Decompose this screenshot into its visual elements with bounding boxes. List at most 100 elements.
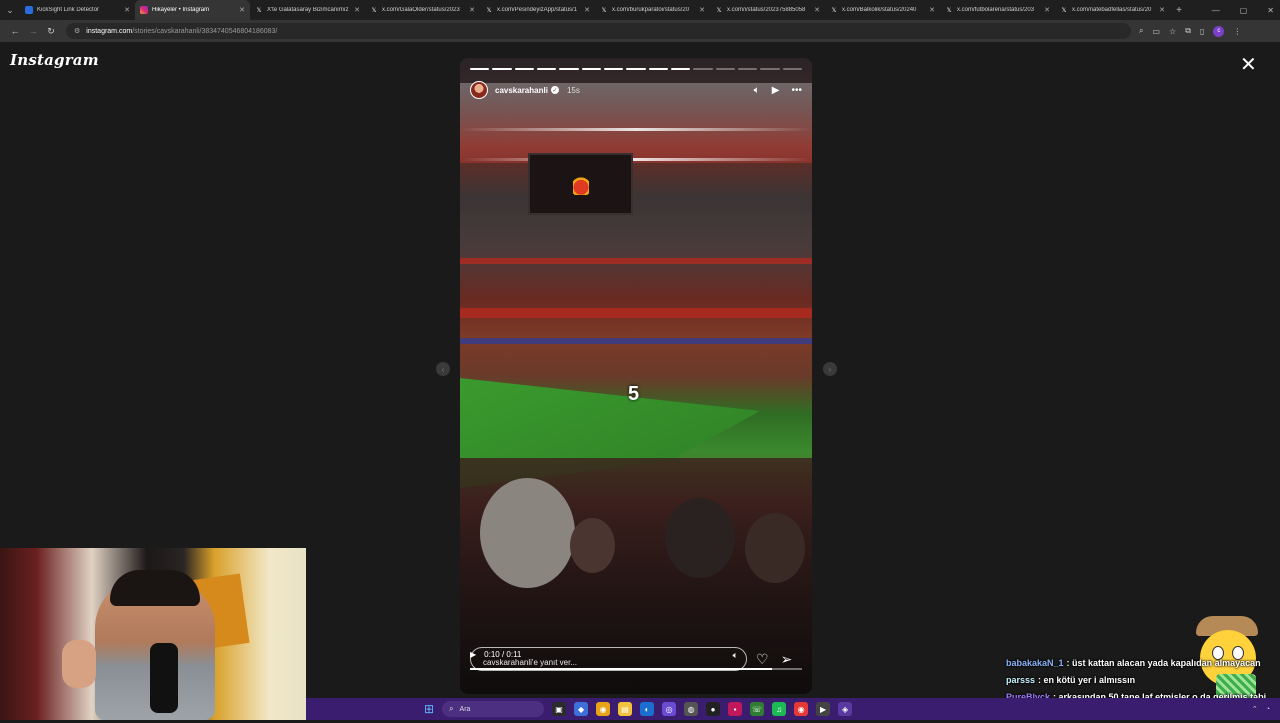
profile-avatar[interactable]: c — [1213, 25, 1225, 37]
story-viewer[interactable]: 5 cavskarahanli ✓ 15s 🔈︎ ▶ ••• 🔈︎ ▶ 0:10… — [460, 58, 812, 694]
galatasaray-crest-icon — [572, 173, 589, 195]
close-story-icon[interactable]: ✕ — [1240, 55, 1257, 75]
tab-close-icon[interactable]: ✕ — [584, 6, 590, 14]
video-progress-fill — [470, 668, 773, 670]
tab-close-icon[interactable]: ✕ — [239, 6, 245, 14]
more-options-icon[interactable]: ••• — [791, 85, 802, 96]
instagram-icon — [140, 6, 148, 14]
chat-username[interactable]: babakakaN_1 — [1006, 658, 1064, 668]
network-icon[interactable]: ◔ — [1266, 706, 1270, 713]
taskbar-search-label: Ara — [459, 705, 471, 713]
obs-icon[interactable]: ● — [706, 702, 721, 716]
address-bar[interactable]: ⚙ instagram.com /stories/cavskarahanli/3… — [66, 23, 1131, 39]
maximize-icon[interactable]: ▢ — [1240, 6, 1248, 15]
story-progress-segment — [470, 68, 490, 70]
whatsapp-icon[interactable]: ☏ — [750, 702, 765, 716]
toolbar-icons: ⌕ ▭ ☆ ⧉ ▯ c ⋮ — [1139, 25, 1241, 37]
browser-tab[interactable]: 𝕏x.com/i/status/202375885058 ✕ — [710, 0, 825, 20]
video-progress-bar[interactable] — [470, 668, 802, 670]
chrome-icon[interactable]: ◉ — [596, 702, 611, 716]
share-send-icon[interactable]: ➢ — [781, 651, 793, 668]
story-progress-segment — [603, 68, 624, 70]
steam-icon[interactable]: ◍ — [684, 702, 699, 716]
browser-tab[interactable]: 𝕏x.com/futbolarena/status/203 ✕ — [940, 0, 1055, 20]
stadium-lights — [460, 128, 812, 131]
forward-icon[interactable]: → — [24, 26, 42, 36]
tab-close-icon[interactable]: ✕ — [699, 6, 705, 14]
video-play-icon[interactable]: ▶ — [470, 650, 476, 659]
close-window-icon[interactable]: ✕ — [1267, 6, 1274, 15]
browser-tab[interactable]: 𝕏x.com/GalaOlder/status/2023 ✕ — [365, 0, 480, 20]
reload-icon[interactable]: ↻ — [42, 26, 60, 37]
verified-badge-icon: ✓ — [550, 86, 559, 94]
discord-icon[interactable]: ◎ — [662, 702, 677, 716]
tab-close-icon[interactable]: ✕ — [1159, 6, 1165, 14]
story-progress-segment — [715, 68, 735, 70]
extensions-icon[interactable]: ⧉ — [1185, 26, 1191, 36]
browser-tab[interactable]: 𝕏x.com/Balkolik/status/20240 ✕ — [825, 0, 940, 20]
browser-tab[interactable]: 𝕏x.com/burukparatoi/status/20 ✕ — [595, 0, 710, 20]
like-heart-icon[interactable]: ♡ — [756, 651, 769, 668]
back-icon[interactable]: ← — [6, 26, 24, 36]
story-progress-bars — [470, 68, 802, 70]
story-progress-segment — [760, 68, 780, 70]
file-explorer-icon[interactable]: ▤ — [618, 702, 633, 716]
previous-story-arrow-icon[interactable]: ‹ — [436, 362, 450, 376]
spotify-icon[interactable]: ♫ — [772, 702, 787, 716]
tab-label: KickSight Link Detector — [37, 7, 100, 13]
site-info-icon[interactable]: ⚙ — [74, 27, 80, 35]
instagram-logo[interactable]: Instagram — [10, 51, 99, 69]
copilot-icon[interactable]: ◆ — [574, 702, 589, 716]
x-icon: 𝕏 — [946, 7, 952, 14]
chrome-alt-icon[interactable]: ◉ — [794, 702, 809, 716]
app-icon[interactable]: ▪ — [728, 702, 743, 716]
tab-close-icon[interactable]: ✕ — [929, 6, 935, 14]
browser-tab[interactable]: 𝕏x.com/natebadfellas/status/20 ✕ — [1055, 0, 1170, 20]
bookmark-star-icon[interactable]: ☆ — [1169, 27, 1176, 36]
streamer-hand — [62, 640, 96, 688]
mute-toggle-icon[interactable]: 🔈︎ — [754, 85, 760, 96]
media-icon[interactable]: ▶ — [816, 702, 831, 716]
edge-icon[interactable]: ◐ — [640, 702, 655, 716]
tray-chevron-icon[interactable]: ⌃ — [1252, 705, 1258, 713]
tab-close-icon[interactable]: ✕ — [469, 6, 475, 14]
story-username[interactable]: cavskarahanli — [495, 86, 548, 95]
browser-tab[interactable]: KickSight Link Detector ✕ — [20, 0, 135, 20]
user-avatar[interactable] — [470, 81, 488, 99]
story-progress-segment — [737, 68, 758, 70]
browser-tab[interactable]: Hikayeler • Instagram ✕ — [135, 0, 250, 20]
task-view-icon[interactable]: ▣ — [552, 702, 567, 716]
chat-message: babakakaN_1: üst kattan alacan yada kapa… — [1006, 655, 1280, 672]
tab-label: x.com/burukparatoi/status/20 — [612, 7, 690, 13]
sidebar-icon[interactable]: ▯ — [1200, 27, 1204, 36]
tab-close-icon[interactable]: ✕ — [814, 6, 820, 14]
cast-icon[interactable]: ▭ — [1152, 27, 1160, 36]
tab-close-icon[interactable]: ✕ — [354, 6, 360, 14]
tab-label: x.com/GalaOlder/status/2023 — [382, 7, 460, 13]
browser-tab-strip: ⌄ KickSight Link Detector ✕ Hikayeler • In… — [0, 0, 1280, 20]
play-icon[interactable]: ▶ — [772, 85, 780, 96]
system-tray: ⌃ ◔ — [1252, 698, 1270, 720]
tab-label: x.com/i/status/202375885058 — [727, 7, 806, 13]
windows-start-icon[interactable]: ⊞ — [424, 702, 434, 716]
story-progress-segment — [693, 68, 713, 70]
next-story-arrow-icon[interactable]: › — [823, 362, 837, 376]
browser-tab[interactable]: 𝕏x.com/PesindeyizApp/status/1 ✕ — [480, 0, 595, 20]
story-progress-segment — [581, 68, 601, 70]
streamer-hair — [110, 570, 200, 606]
browser-tab[interactable]: 𝕏 X'te Galatasaray Bizimcanımız ✕ — [250, 0, 365, 20]
chat-username[interactable]: parsss — [1006, 675, 1035, 685]
story-progress-segment — [782, 68, 802, 70]
taskbar-apps: ▣ ◆ ◉ ▤ ◐ ◎ ◍ ● ▪ ☏ ♫ ◉ ▶ ◈ — [552, 702, 853, 716]
browser-menu-icon[interactable]: ⋮ — [1233, 27, 1241, 36]
video-time: 0:10 / 0:11 — [484, 649, 522, 659]
tab-close-icon[interactable]: ✕ — [124, 6, 130, 14]
new-tab-button[interactable]: + — [1170, 5, 1188, 16]
tab-search-icon[interactable]: ⌄ — [0, 0, 20, 20]
tab-label: X'te Galatasaray Bizimcanımız — [267, 7, 349, 13]
taskbar-search[interactable]: ⌕ Ara — [442, 701, 545, 717]
zoom-icon[interactable]: ⌕ — [1139, 26, 1143, 36]
tab-close-icon[interactable]: ✕ — [1044, 6, 1050, 14]
active-app-icon[interactable]: ◈ — [838, 702, 853, 716]
minimize-icon[interactable]: — — [1212, 6, 1220, 15]
